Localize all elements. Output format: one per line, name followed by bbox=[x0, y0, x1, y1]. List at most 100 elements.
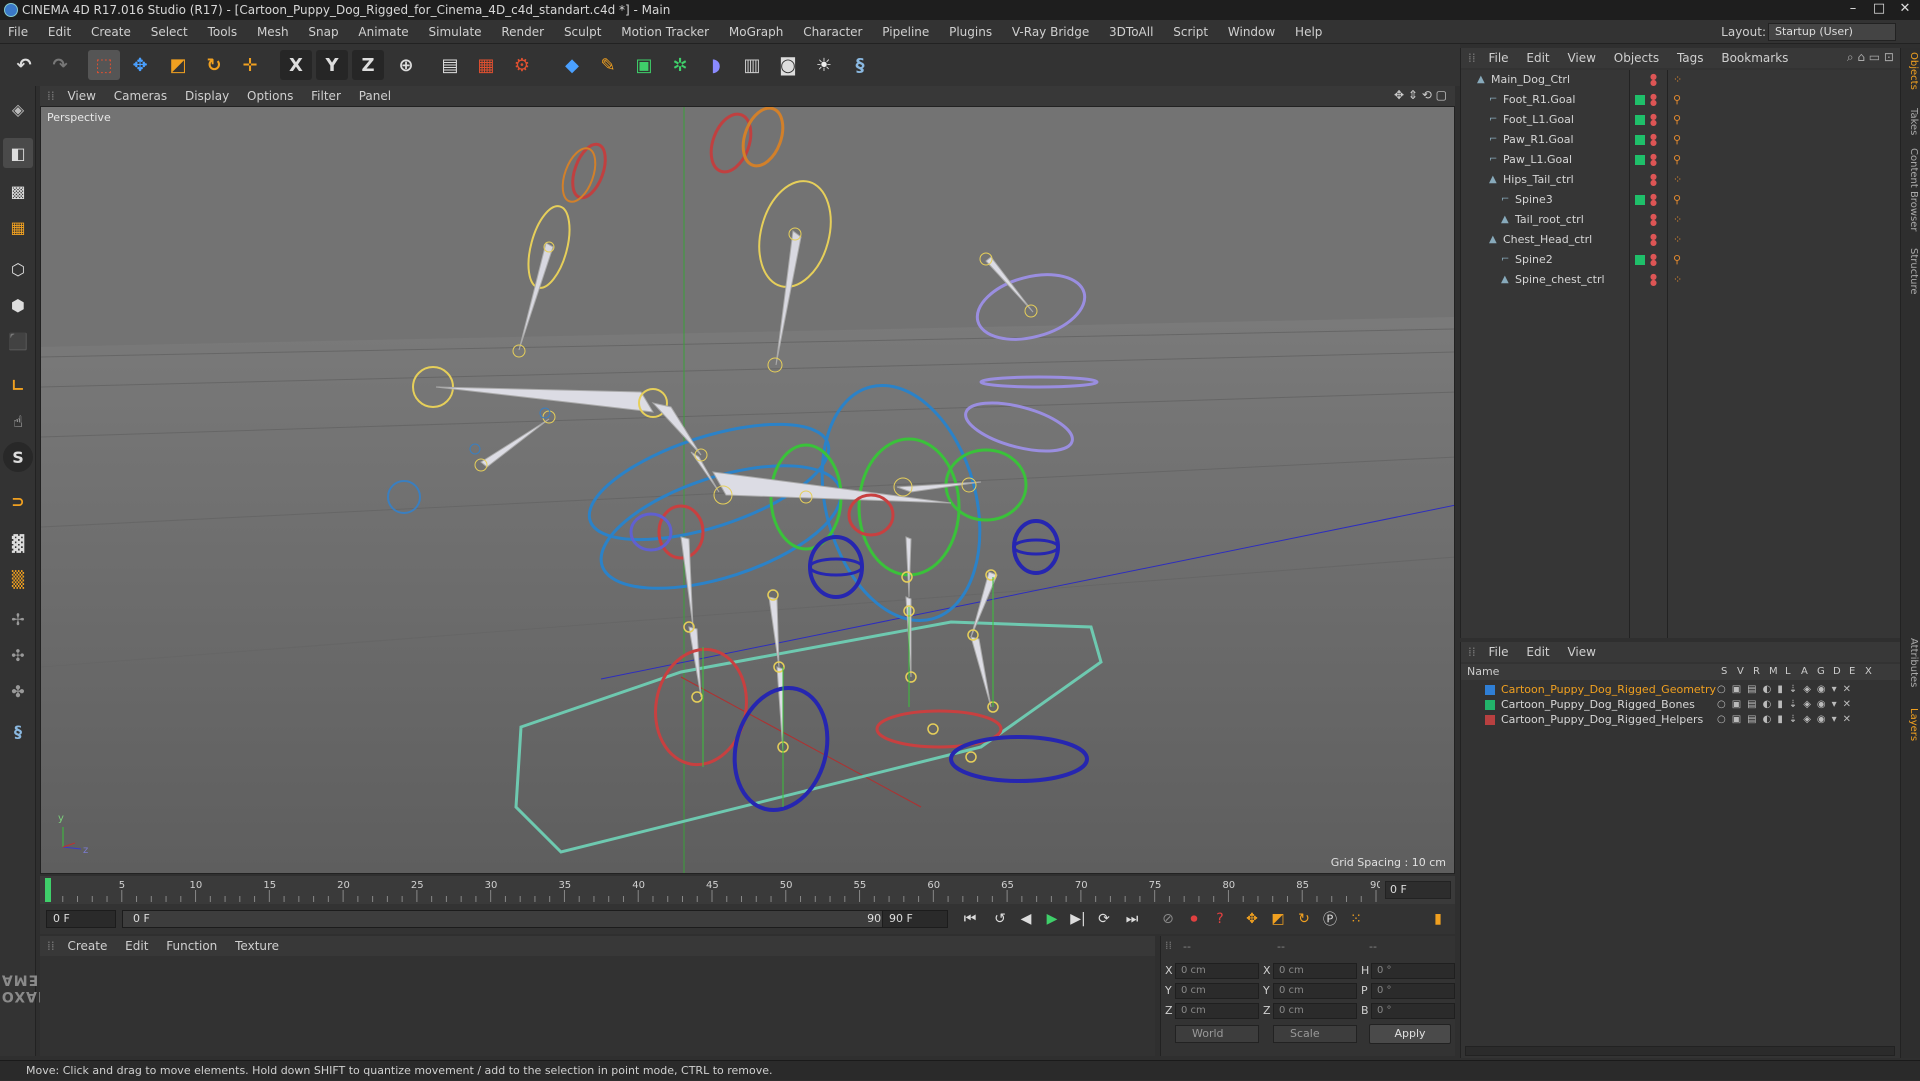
current-frame-field[interactable]: 0 F bbox=[1385, 881, 1451, 899]
go-to-start-icon[interactable]: ⏮ bbox=[958, 908, 982, 930]
vp-menu-cameras[interactable]: Cameras bbox=[107, 86, 174, 106]
close-button[interactable]: ✕ bbox=[1892, 0, 1918, 18]
timeline-ruler[interactable]: 051015202530354045505560657075808590 0 F bbox=[40, 876, 1455, 904]
menu-snap[interactable]: Snap bbox=[300, 20, 346, 44]
object-row[interactable]: ⌐ Spine3 ● ● ⚲ bbox=[1461, 190, 1901, 210]
menu-3dtoall[interactable]: 3DToAll bbox=[1101, 20, 1161, 44]
menu-plugins[interactable]: Plugins bbox=[941, 20, 1000, 44]
visibility-dots-icon[interactable]: ● ● bbox=[1650, 253, 1657, 267]
repeat-icon[interactable]: ⟳ bbox=[1092, 908, 1116, 930]
end-frame-field[interactable]: 90 F bbox=[882, 910, 948, 928]
layer-color-tag[interactable] bbox=[1635, 135, 1645, 145]
perspective-viewport[interactable]: y z Perspective Grid Spacing : 10 cm bbox=[40, 106, 1455, 874]
playhead[interactable] bbox=[45, 878, 51, 902]
constraint-tag-icon[interactable]: ⁘ bbox=[1673, 274, 1682, 286]
constraint-tag-icon[interactable]: ⁘ bbox=[1673, 74, 1682, 86]
position-z-field[interactable]: 0 cm bbox=[1175, 1003, 1259, 1019]
mat-menu-texture[interactable]: Texture bbox=[228, 936, 286, 956]
visibility-dots-icon[interactable]: ● ● bbox=[1650, 113, 1657, 127]
layer-row[interactable]: Cartoon_Puppy_Dog_Rigged_Helpers ○▣▤◐▮⇣◈◉… bbox=[1461, 712, 1901, 727]
light-icon[interactable]: ☀ bbox=[808, 50, 840, 80]
layer-flag-icons[interactable]: ○▣▤◐▮⇣◈◉▾✕ bbox=[1717, 682, 1857, 697]
constraint-tag-icon[interactable]: ⁘ bbox=[1673, 234, 1682, 246]
visibility-dots-icon[interactable]: ● ● bbox=[1650, 193, 1657, 207]
subdivision-icon[interactable]: ▣ bbox=[628, 50, 660, 80]
array-icon[interactable]: ✲ bbox=[664, 50, 696, 80]
rotation-p-field[interactable]: 0 ° bbox=[1371, 983, 1455, 999]
menu-character[interactable]: Character bbox=[795, 20, 870, 44]
size-y-field[interactable]: 0 cm bbox=[1273, 983, 1357, 999]
loop-icon[interactable]: ↺ bbox=[988, 908, 1012, 930]
apply-button[interactable]: Apply bbox=[1369, 1024, 1451, 1044]
locked-workplane-icon[interactable]: ▒ bbox=[3, 564, 33, 594]
object-row[interactable]: ▲ Tail_root_ctrl ● ● ⁘ bbox=[1461, 210, 1901, 230]
tab-attributes[interactable]: Attributes bbox=[1903, 638, 1919, 687]
python-icon[interactable]: § bbox=[3, 716, 33, 746]
vp-menu-panel[interactable]: Panel bbox=[352, 86, 398, 106]
object-row[interactable]: ▲ Main_Dog_Ctrl ● ● ⁘ bbox=[1461, 70, 1901, 90]
menu-vray-bridge[interactable]: V-Ray Bridge bbox=[1004, 20, 1097, 44]
vp-menu-display[interactable]: Display bbox=[178, 86, 236, 106]
layer-color-swatch[interactable] bbox=[1485, 685, 1495, 695]
menu-animate[interactable]: Animate bbox=[350, 20, 416, 44]
menu-select[interactable]: Select bbox=[143, 20, 196, 44]
menu-window[interactable]: Window bbox=[1220, 20, 1283, 44]
scale-icon[interactable]: ◩ bbox=[162, 50, 194, 80]
layer-flag-icons[interactable]: ○▣▤◐▮⇣◈◉▾✕ bbox=[1717, 697, 1857, 712]
tab-structure[interactable]: Structure bbox=[1903, 248, 1919, 295]
object-row[interactable]: ⌐ Paw_L1.Goal ● ● ⚲ bbox=[1461, 150, 1901, 170]
menu-pipeline[interactable]: Pipeline bbox=[874, 20, 937, 44]
workplane-grid-icon[interactable]: ▓ bbox=[3, 528, 33, 558]
frame-range-slider[interactable]: 0 F 90 F bbox=[122, 910, 902, 928]
visibility-dots-icon[interactable]: ● ● bbox=[1650, 73, 1657, 87]
position-key-icon[interactable]: ✥ bbox=[1240, 908, 1264, 930]
start-frame-field[interactable]: 0 F bbox=[46, 910, 116, 928]
points-mode-icon[interactable]: ⬡ bbox=[3, 254, 33, 284]
autokey-icon[interactable]: ⏺ bbox=[1182, 908, 1206, 930]
om-menu-objects[interactable]: Objects bbox=[1607, 48, 1666, 68]
lm-menu-edit[interactable]: Edit bbox=[1519, 642, 1556, 662]
cube-icon[interactable]: ◆ bbox=[556, 50, 588, 80]
live-select-icon[interactable]: ⬚ bbox=[88, 50, 120, 80]
vp-menu-filter[interactable]: Filter bbox=[304, 86, 348, 106]
vp-menu-view[interactable]: View bbox=[60, 86, 102, 106]
layer-color-tag[interactable] bbox=[1635, 95, 1645, 105]
maximize-button[interactable]: □ bbox=[1866, 0, 1892, 18]
viewport-nav-icons[interactable]: ✥ ⇕ ⟲ ▢ bbox=[1394, 88, 1447, 102]
ik-tag-icon[interactable]: ⚲ bbox=[1673, 94, 1681, 106]
menu-sculpt[interactable]: Sculpt bbox=[556, 20, 609, 44]
brush-icon[interactable]: ✣ bbox=[3, 640, 33, 670]
minimize-button[interactable]: – bbox=[1840, 0, 1866, 18]
layer-row[interactable]: Cartoon_Puppy_Dog_Rigged_Bones ○▣▤◐▮⇣◈◉▾✕ bbox=[1461, 697, 1901, 712]
coordinate-mode-select[interactable]: Scale bbox=[1273, 1025, 1357, 1043]
constraint-tag-icon[interactable]: ⁘ bbox=[1673, 214, 1682, 226]
menu-help[interactable]: Help bbox=[1287, 20, 1330, 44]
timeline-icon[interactable]: ▮ bbox=[1426, 908, 1450, 930]
position-y-field[interactable]: 0 cm bbox=[1175, 983, 1259, 999]
tweak-mode-icon[interactable]: ☝ bbox=[3, 406, 33, 436]
lm-menu-file[interactable]: File bbox=[1481, 642, 1515, 662]
world-coordinates-icon[interactable]: ⊕ bbox=[390, 50, 422, 80]
ik-tag-icon[interactable]: ⚲ bbox=[1673, 154, 1681, 166]
om-search-icons[interactable]: ⌕ ⌂ ▭ ⊡ bbox=[1847, 50, 1894, 65]
layer-flag-icons[interactable]: ○▣▤◐▮⇣◈◉▾✕ bbox=[1717, 712, 1857, 727]
play-icon[interactable]: ▶ bbox=[1040, 908, 1064, 930]
mat-menu-edit[interactable]: Edit bbox=[118, 936, 155, 956]
visibility-dots-icon[interactable]: ● ● bbox=[1650, 173, 1657, 187]
layer-color-tag[interactable] bbox=[1635, 195, 1645, 205]
coordinate-space-select[interactable]: World bbox=[1175, 1025, 1259, 1043]
layer-row[interactable]: Cartoon_Puppy_Dog_Rigged_Geometry ○▣▤◐▮⇣◈… bbox=[1461, 682, 1901, 697]
prev-frame-icon[interactable]: ◀ bbox=[1014, 908, 1038, 930]
tab-takes[interactable]: Takes bbox=[1903, 108, 1919, 135]
vp-menu-options[interactable]: Options bbox=[240, 86, 300, 106]
menu-simulate[interactable]: Simulate bbox=[421, 20, 490, 44]
layer-color-tag[interactable] bbox=[1635, 255, 1645, 265]
visibility-dots-icon[interactable]: ● ● bbox=[1650, 133, 1657, 147]
visibility-dots-icon[interactable]: ● ● bbox=[1650, 273, 1657, 287]
model-mode-icon[interactable]: ◧ bbox=[3, 138, 33, 168]
render-picture-viewer-icon[interactable]: ▦ bbox=[470, 50, 502, 80]
rotation-key-icon[interactable]: ↻ bbox=[1292, 908, 1316, 930]
object-row[interactable]: ⌐ Foot_L1.Goal ● ● ⚲ bbox=[1461, 110, 1901, 130]
menu-motion-tracker[interactable]: Motion Tracker bbox=[613, 20, 717, 44]
make-editable-icon[interactable]: ◈ bbox=[3, 94, 33, 124]
